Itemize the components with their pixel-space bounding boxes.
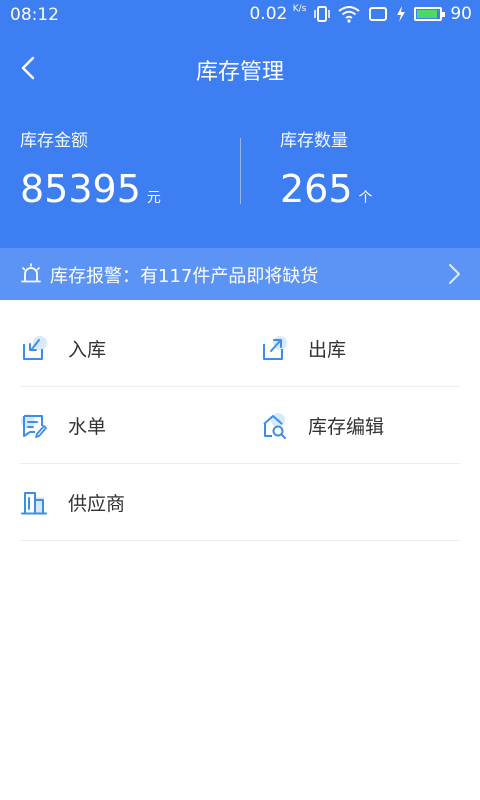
alarm-icon [21, 263, 41, 283]
page-title: 库存管理 [195, 60, 284, 85]
stock-amount-value: 85395 [20, 167, 141, 211]
charging-icon [397, 6, 406, 22]
stock-amount-label: 库存金额 [20, 131, 88, 151]
menu-label-stock-in: 入库 [68, 339, 107, 361]
receipt-icon [21, 413, 47, 438]
stock-quantity-stat: 库存数量 265 个 [280, 126, 373, 211]
menu-row: 入库 出库 [20, 310, 460, 387]
stock-alert-banner[interactable]: 库存报警：有117件产品即将缺货 [0, 248, 480, 300]
stock-quantity-label: 库存数量 [280, 131, 348, 151]
menu-label-receipt: 水单 [68, 416, 107, 438]
supplier-icon [21, 491, 47, 514]
status-bar: 08:12 0.02 K/s 90 [0, 0, 480, 30]
menu-row: 水单 库存编辑 [20, 387, 460, 464]
stock-amount-value-row: 85395 元 [20, 167, 161, 211]
stock-amount-unit: 元 [146, 190, 161, 206]
menu-label-stock-out: 出库 [308, 339, 347, 361]
battery-percent: 90 [450, 4, 472, 24]
battery-fill [417, 10, 438, 18]
menu-item-receipt[interactable]: 水单 [20, 387, 106, 464]
menu-label-stock-edit: 库存编辑 [308, 416, 385, 438]
stock-quantity-value: 265 [280, 167, 353, 211]
menu-row: 供应商 [20, 464, 460, 541]
screen-icon [369, 7, 388, 21]
menu-item-supplier[interactable]: 供应商 [20, 464, 125, 541]
stats-divider [240, 138, 241, 204]
network-speed: 0.02 K/s [249, 4, 307, 24]
stock-out-icon [263, 335, 287, 360]
chevron-right-icon [449, 264, 460, 284]
stock-amount-stat: 库存金额 85395 元 [20, 126, 161, 211]
header-panel: 08:12 0.02 K/s 90 库存管理 库存金额 85395 元 库存数量… [0, 0, 480, 300]
menu-item-stock-out[interactable]: 出库 [260, 310, 346, 387]
menu-grid: 入库 出库 水单 库存编辑 供应商 [0, 310, 480, 541]
title-bar: 库存管理 [0, 40, 480, 96]
stock-alert-text: 库存报警：有117件产品即将缺货 [50, 266, 319, 287]
stock-quantity-value-row: 265 个 [280, 167, 373, 211]
stock-quantity-unit: 个 [358, 190, 373, 206]
vibrate-icon [314, 6, 331, 22]
stock-edit-icon [263, 412, 286, 439]
menu-label-supplier: 供应商 [68, 493, 126, 515]
wifi-icon [338, 6, 360, 23]
menu-item-stock-edit[interactable]: 库存编辑 [260, 387, 384, 464]
battery-icon [414, 7, 446, 21]
status-right: 0.02 K/s 90 [249, 4, 472, 24]
menu-item-stock-in[interactable]: 入库 [20, 310, 106, 387]
stock-in-icon [23, 335, 47, 360]
status-time: 08:12 [10, 5, 59, 25]
